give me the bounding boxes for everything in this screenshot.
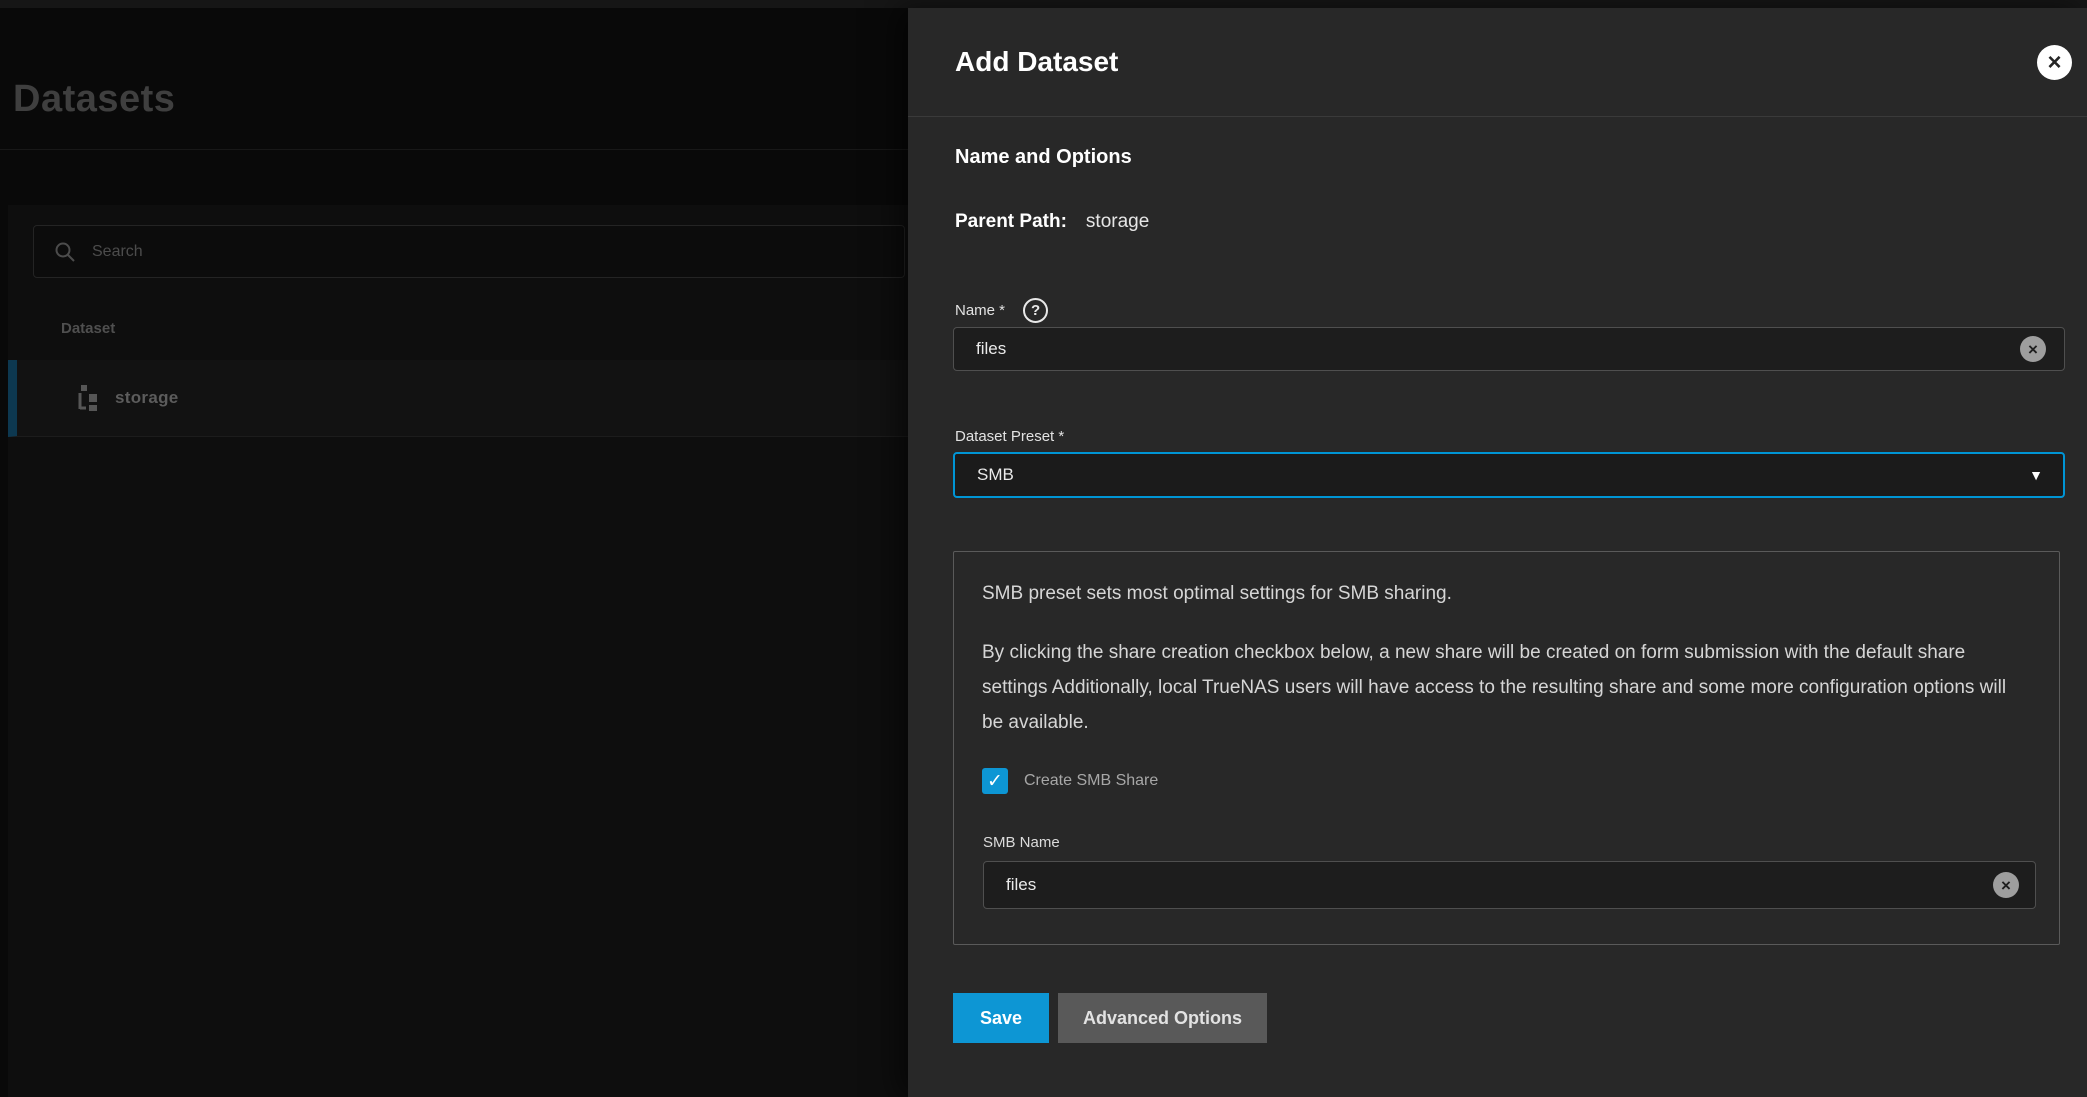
create-smb-share-checkbox[interactable]: ✓ [982, 768, 1008, 794]
name-label-row: Name * ? [955, 298, 1048, 323]
panel-title: Add Dataset [955, 46, 1118, 78]
search-input[interactable] [92, 243, 884, 261]
dataset-row-storage[interactable]: storage [8, 360, 908, 437]
preset-selected-value: SMB [977, 465, 2029, 485]
smb-name-label: SMB Name [983, 834, 1060, 851]
section-title: Name and Options [955, 146, 1132, 169]
chevron-down-icon: ▼ [2029, 467, 2043, 483]
page-title: Datasets [13, 78, 175, 121]
column-header-dataset: Dataset [61, 320, 115, 337]
smb-name-input-value: files [1006, 875, 1993, 895]
save-button[interactable]: Save [953, 993, 1049, 1043]
create-smb-share-label: Create SMB Share [1024, 772, 1158, 790]
name-label: Name * [955, 302, 1005, 319]
dataset-preset-select[interactable]: SMB ▼ [953, 452, 2065, 498]
parent-path-row: Parent Path: storage [955, 211, 1149, 233]
clear-smb-name-icon[interactable]: × [1993, 872, 2019, 898]
dataset-search-box[interactable] [33, 225, 905, 278]
page-header-divider [0, 149, 908, 150]
create-smb-share-row[interactable]: ✓ Create SMB Share [982, 768, 1158, 794]
form-actions: Save Advanced Options [953, 993, 1267, 1043]
top-strip [0, 0, 2087, 8]
info-text-line2: By clicking the share creation checkbox … [982, 635, 2027, 740]
info-text-line1: SMB preset sets most optimal settings fo… [982, 576, 2031, 611]
datasets-card: Dataset storage [8, 205, 908, 1097]
preset-label: Dataset Preset * [955, 428, 1064, 445]
dataset-tree-icon [75, 385, 101, 411]
add-dataset-panel: Add Dataset × Name and Options Parent Pa… [908, 8, 2087, 1097]
screen: Datasets Dataset storage [0, 0, 2087, 1097]
smb-name-input[interactable]: files × [983, 861, 2036, 909]
dataset-row-label: storage [115, 388, 179, 408]
parent-path-label: Parent Path: [955, 211, 1067, 233]
close-icon[interactable]: × [2037, 45, 2072, 80]
clear-name-icon[interactable]: × [2020, 336, 2046, 362]
advanced-options-button[interactable]: Advanced Options [1058, 993, 1267, 1043]
search-icon [54, 241, 76, 263]
parent-path-value: storage [1086, 211, 1149, 233]
smb-preset-info-box: SMB preset sets most optimal settings fo… [953, 551, 2060, 945]
datasets-page: Datasets Dataset storage [0, 8, 908, 1097]
name-input[interactable]: files × [953, 327, 2065, 371]
help-icon[interactable]: ? [1023, 298, 1048, 323]
panel-header: Add Dataset × [908, 8, 2087, 117]
name-input-value: files [976, 339, 2020, 359]
preset-label-row: Dataset Preset * [955, 428, 1064, 445]
